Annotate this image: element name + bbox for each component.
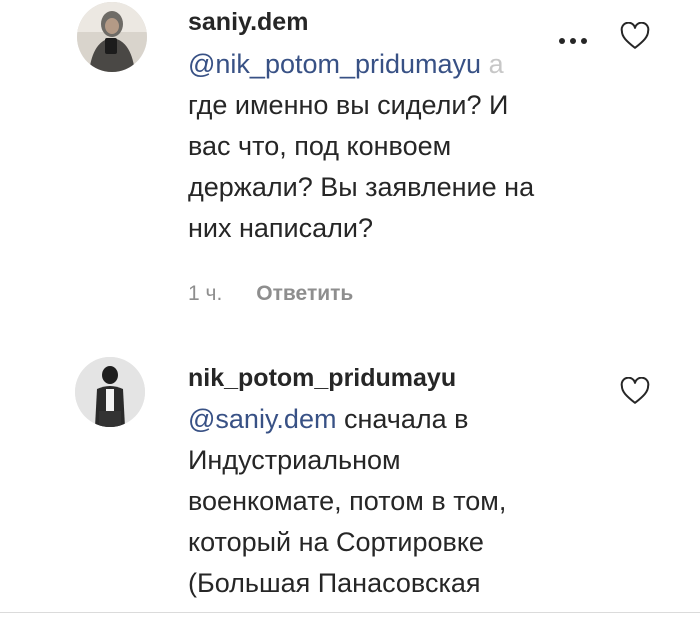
comment-1: saniy.dem @nik_potom_pridumayu а где име… [0,0,700,330]
mention-link[interactable]: @nik_potom_pridumayu [188,49,481,79]
avatar[interactable] [75,357,145,427]
comment-2: nik_potom_pridumayu @saniy.dem сначала в… [0,340,700,612]
comment-text: @nik_potom_pridumayu а где именно вы сид… [188,44,618,249]
mention-tail: а [488,49,504,79]
reply-button[interactable]: Ответить [256,282,353,305]
timestamp: 1 ч. [188,282,223,305]
avatar-photo [77,2,147,72]
comment-username[interactable]: nik_potom_pridumayu [188,364,456,393]
heart-icon[interactable] [620,22,650,50]
avatar[interactable] [77,2,147,72]
comment-text: @saniy.dem сначала в Индустриальном воен… [188,399,618,604]
comment-text-body: где именно вы сидели? И вас что, под кон… [188,90,535,243]
comment-meta: 1 ч. Ответить [188,282,353,306]
heart-icon[interactable] [620,377,650,405]
avatar-photo [75,357,145,427]
divider [0,612,700,613]
mention-link[interactable]: @saniy.dem [188,404,336,434]
comment-username[interactable]: saniy.dem [188,8,308,37]
